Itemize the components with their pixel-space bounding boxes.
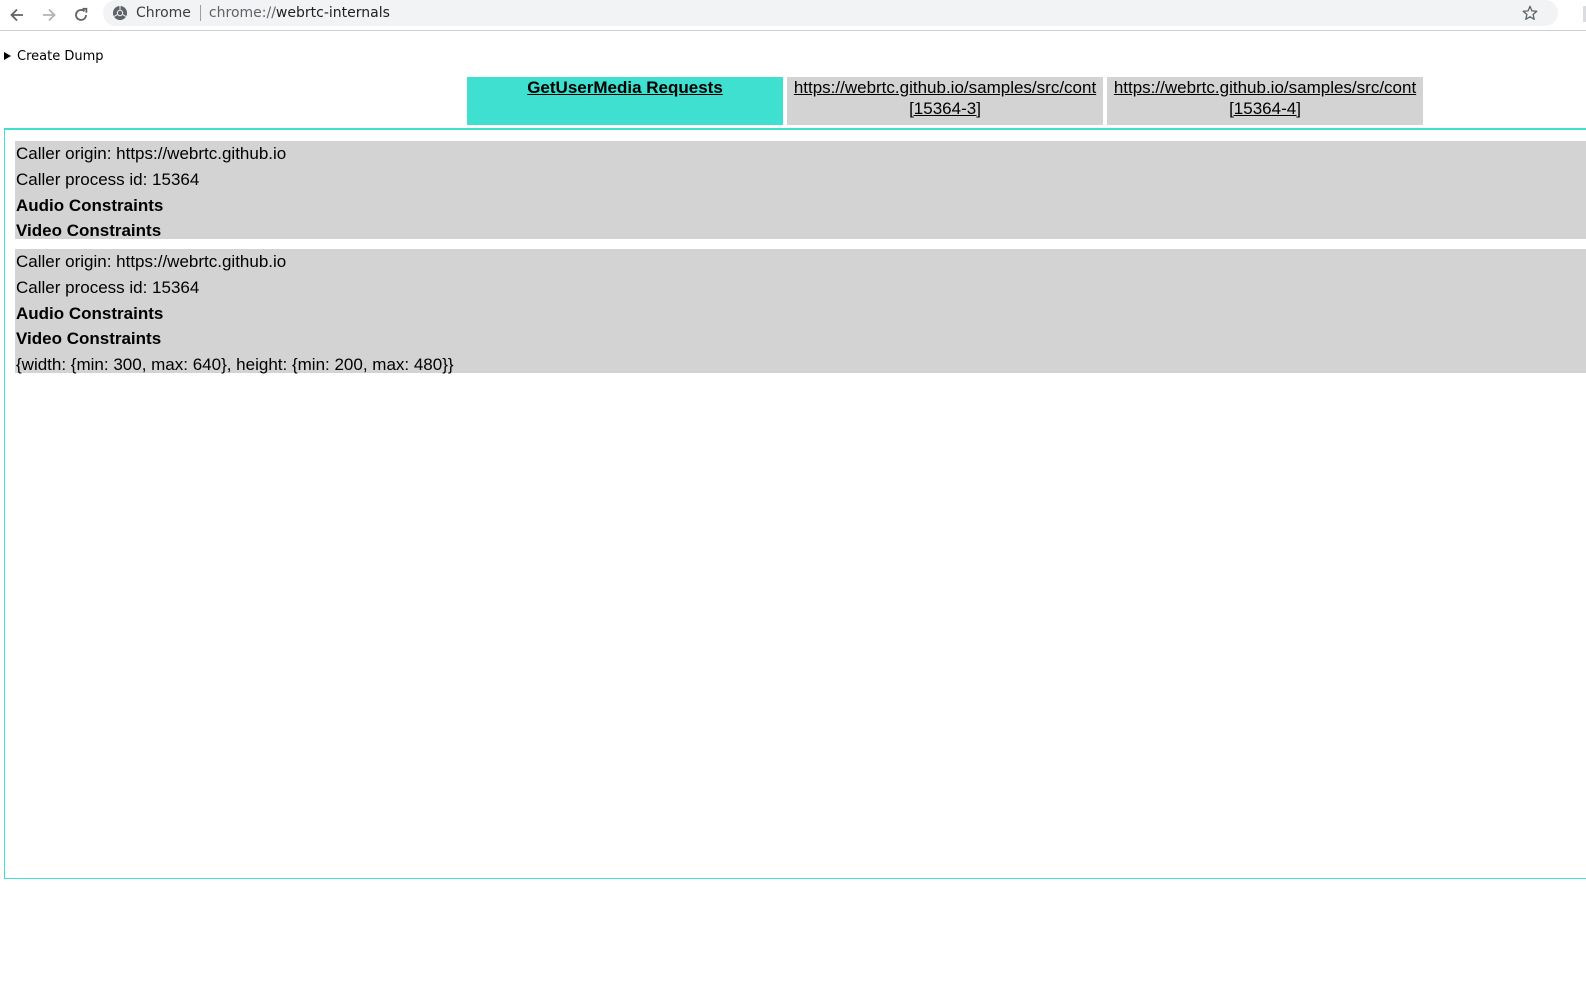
request-entry: Caller origin: https://webrtc.github.io … — [15, 249, 1586, 374]
tab-url: https://webrtc.github.io/samples/src/con… — [793, 78, 1097, 97]
request-entry: Caller origin: https://webrtc.github.io … — [15, 141, 1586, 240]
disclosure-triangle-icon — [4, 52, 11, 60]
tab-peer-connection-1[interactable]: https://webrtc.github.io/samples/src/con… — [787, 77, 1103, 125]
site-info-chip[interactable]: Chrome — [112, 5, 191, 21]
back-button[interactable] — [5, 3, 29, 27]
chrome-icon — [113, 6, 127, 20]
tab-id: [15364-3] — [909, 99, 981, 118]
reload-button[interactable] — [69, 3, 93, 27]
forward-icon — [43, 8, 56, 22]
star-icon — [1522, 5, 1538, 20]
caller-process-id: Caller process id: 15364 — [16, 169, 200, 189]
create-dump-label: Create Dump — [17, 48, 104, 64]
getusermedia-panel: Caller origin: https://webrtc.github.io … — [4, 128, 1586, 879]
reload-icon — [75, 7, 88, 21]
caller-origin: Caller origin: https://webrtc.github.io — [16, 144, 287, 163]
audio-constraints-heading: Audio Constraints — [16, 303, 164, 323]
address-bar[interactable]: Chrome chrome://webrtc-internals — [103, 0, 1558, 26]
bookmark-button[interactable] — [1520, 3, 1540, 23]
tab-label: GetUserMedia Requests — [527, 78, 723, 97]
tab-peer-connection-2[interactable]: https://webrtc.github.io/samples/src/con… — [1107, 77, 1423, 125]
browser-toolbar: Chrome chrome://webrtc-internals — [0, 0, 1586, 31]
video-constraints-heading: Video Constraints — [16, 221, 162, 241]
tab-id: [15364-4] — [1229, 99, 1301, 118]
url-scheme: chrome:// — [208, 5, 276, 21]
chip-separator — [199, 5, 201, 21]
forward-button[interactable] — [37, 3, 61, 27]
site-chip-label: Chrome — [136, 5, 191, 21]
tab-url: https://webrtc.github.io/samples/src/con… — [1113, 78, 1417, 97]
caller-origin: Caller origin: https://webrtc.github.io — [16, 252, 287, 271]
video-constraints-heading: Video Constraints — [16, 329, 162, 349]
back-icon — [10, 8, 23, 22]
tab-getusermedia-requests[interactable]: GetUserMedia Requests — [467, 77, 783, 125]
create-dump-toggle[interactable]: Create Dump — [4, 47, 104, 65]
url-host: webrtc-internals — [275, 5, 390, 21]
caller-process-id: Caller process id: 15364 — [16, 277, 200, 297]
video-constraints-value: {width: {min: 300, max: 640}, height: {m… — [16, 355, 454, 375]
audio-constraints-heading: Audio Constraints — [16, 195, 164, 215]
